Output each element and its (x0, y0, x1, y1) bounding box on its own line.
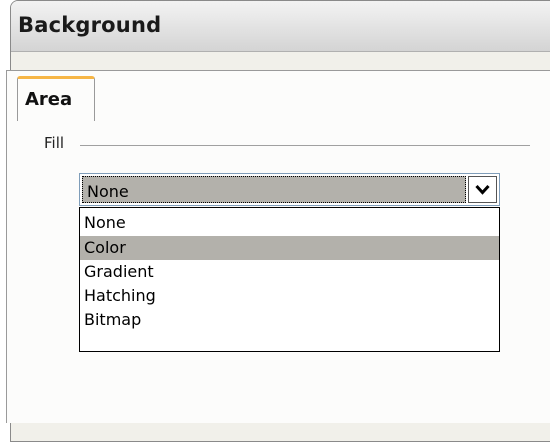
fill-type-dropdown-button[interactable] (468, 176, 497, 203)
fill-option-none[interactable]: None (80, 211, 499, 235)
fill-group-label: Fill (44, 134, 64, 152)
fill-group-separator (80, 145, 530, 146)
fill-option-hatching[interactable]: Hatching (80, 284, 499, 308)
tab-area[interactable]: Area (17, 76, 95, 121)
fill-option-color[interactable]: Color (80, 236, 499, 260)
fill-option-bitmap[interactable]: Bitmap (80, 308, 499, 332)
dialog-title: Background (18, 13, 161, 37)
title-bar[interactable]: Background (11, 1, 550, 52)
chevron-down-icon (475, 184, 490, 195)
tab-area-label: Area (25, 89, 72, 110)
fill-option-gradient[interactable]: Gradient (80, 260, 499, 284)
fill-type-selected-value: None (87, 182, 129, 201)
fill-type-select-value-area[interactable]: None (82, 176, 466, 203)
fill-type-select[interactable]: None (79, 173, 500, 206)
fill-type-dropdown-list: None Color Gradient Hatching Bitmap (79, 207, 500, 352)
